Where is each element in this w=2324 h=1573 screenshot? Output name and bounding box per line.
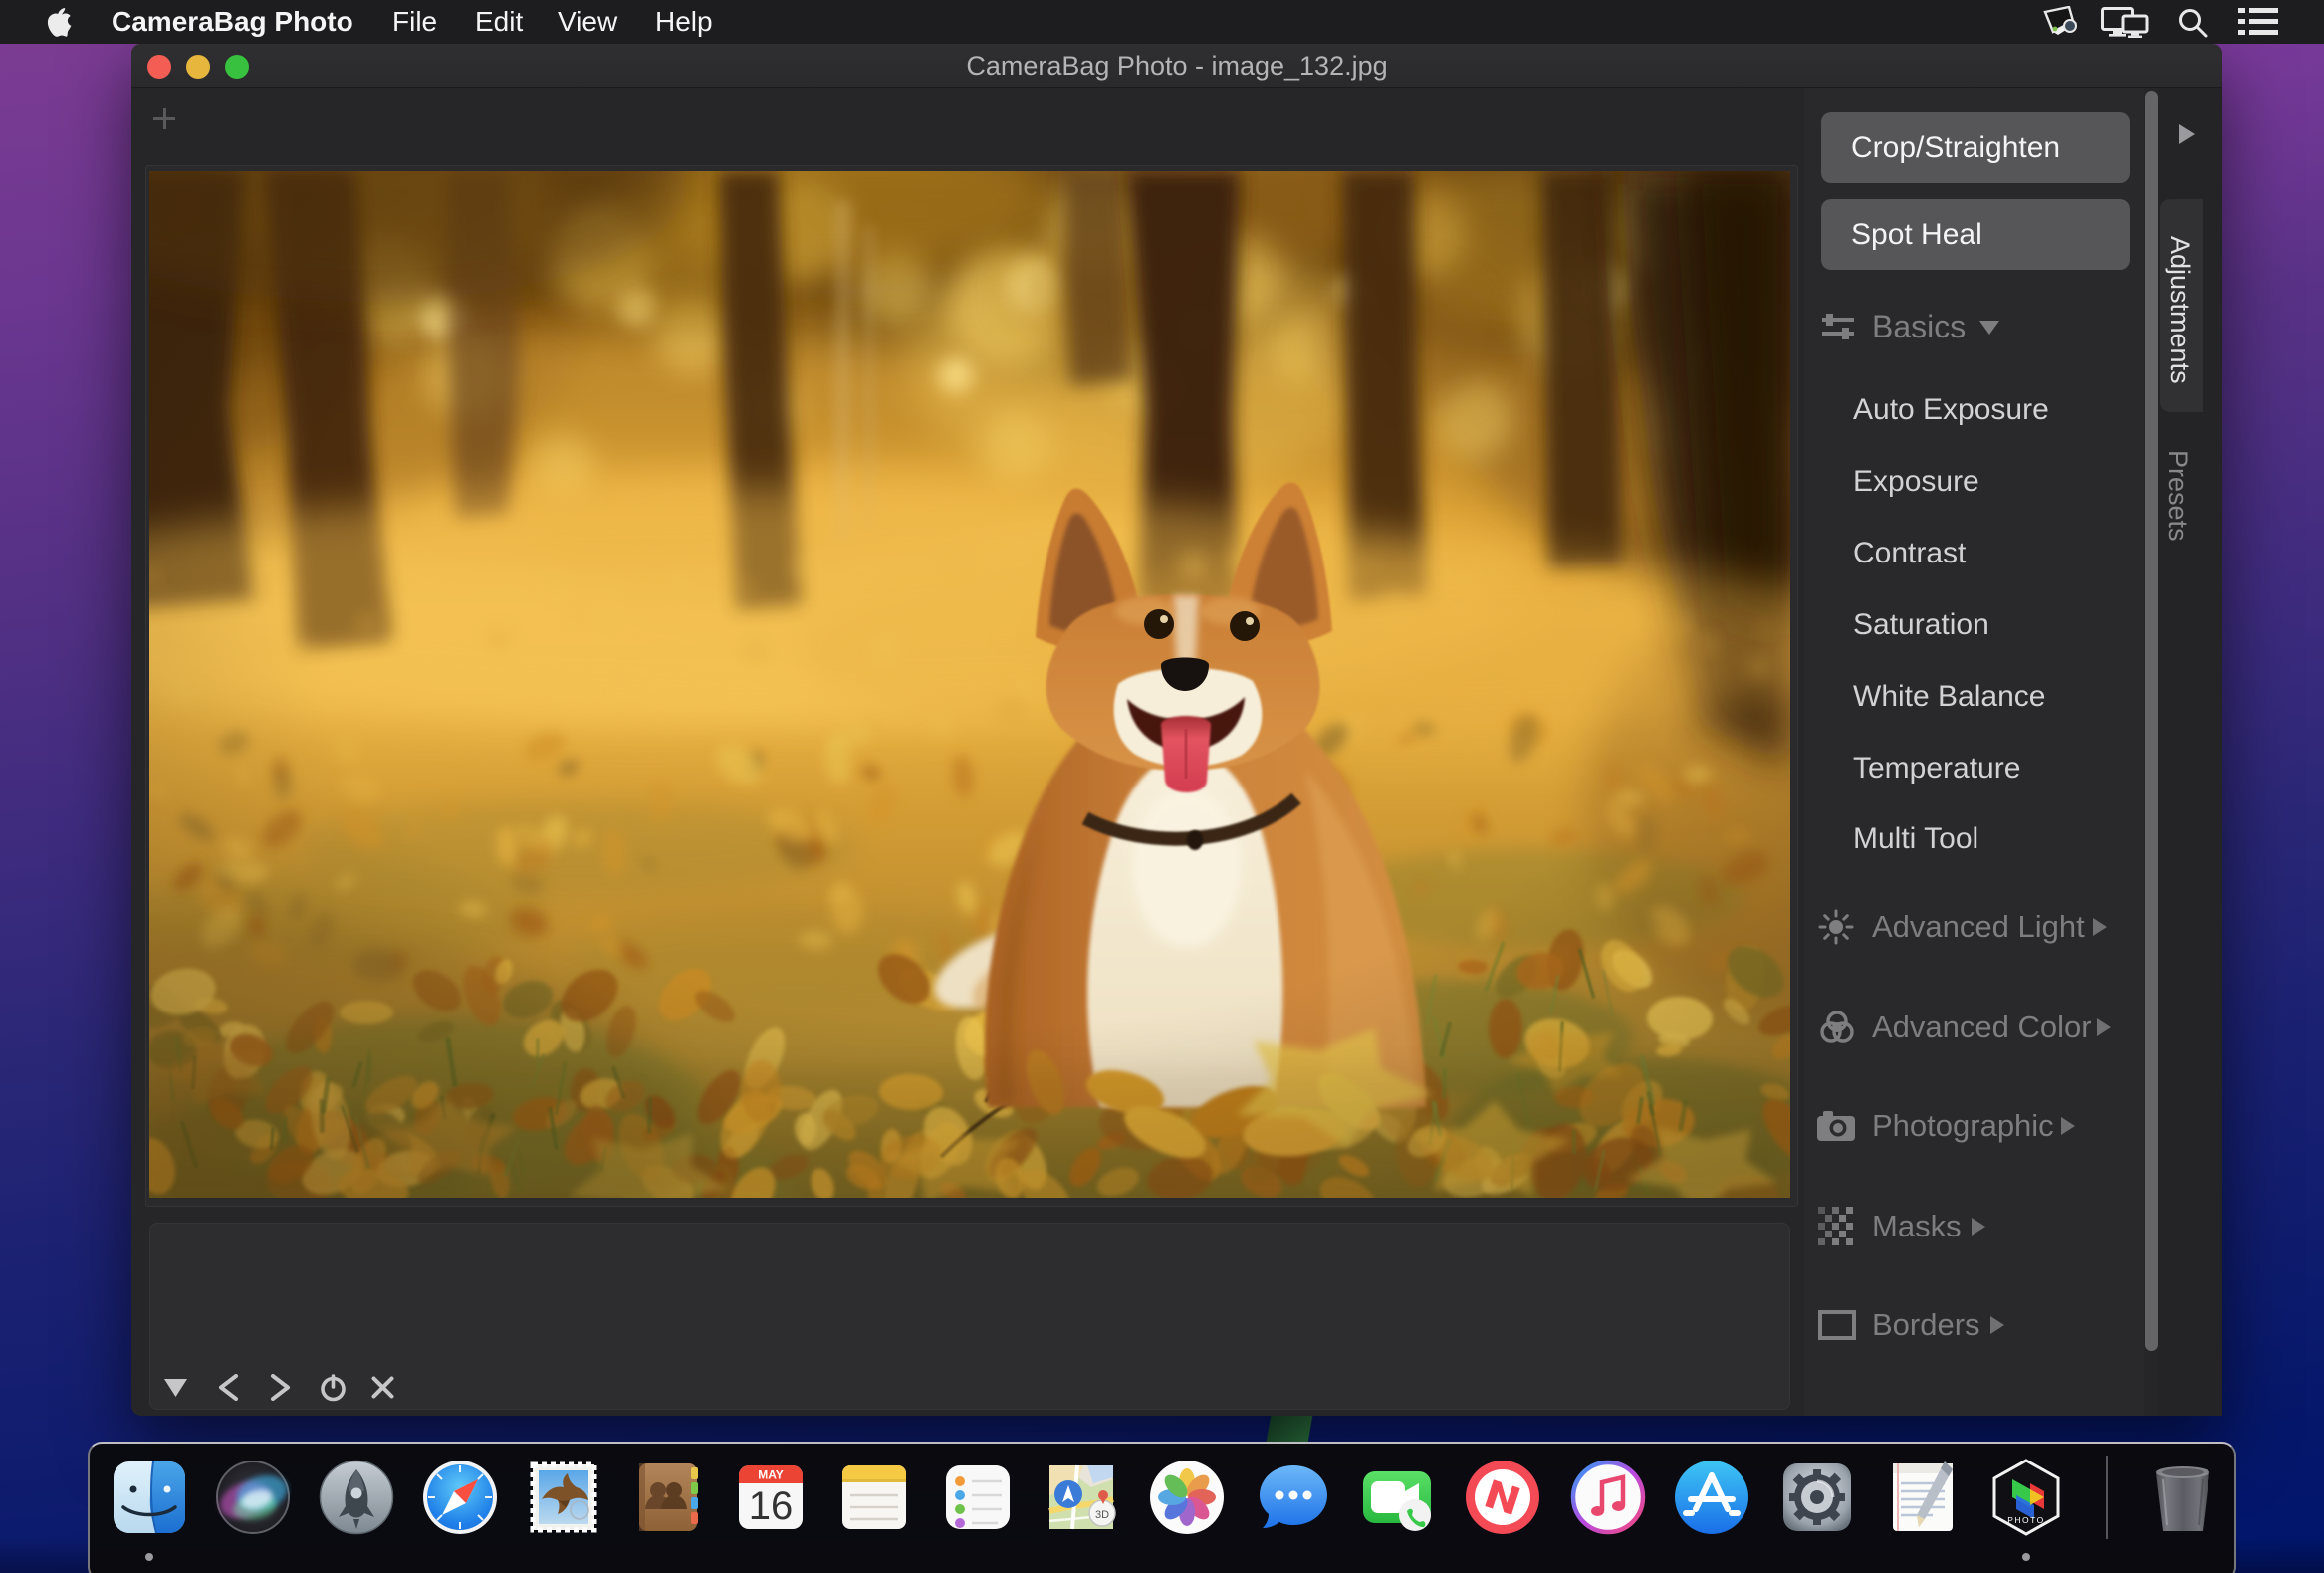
- svg-text:PHOTO: PHOTO: [2007, 1515, 2045, 1525]
- svg-text:3D: 3D: [1095, 1509, 1109, 1521]
- svg-text:16: 16: [749, 1484, 794, 1528]
- svg-text:MAY: MAY: [758, 1468, 784, 1482]
